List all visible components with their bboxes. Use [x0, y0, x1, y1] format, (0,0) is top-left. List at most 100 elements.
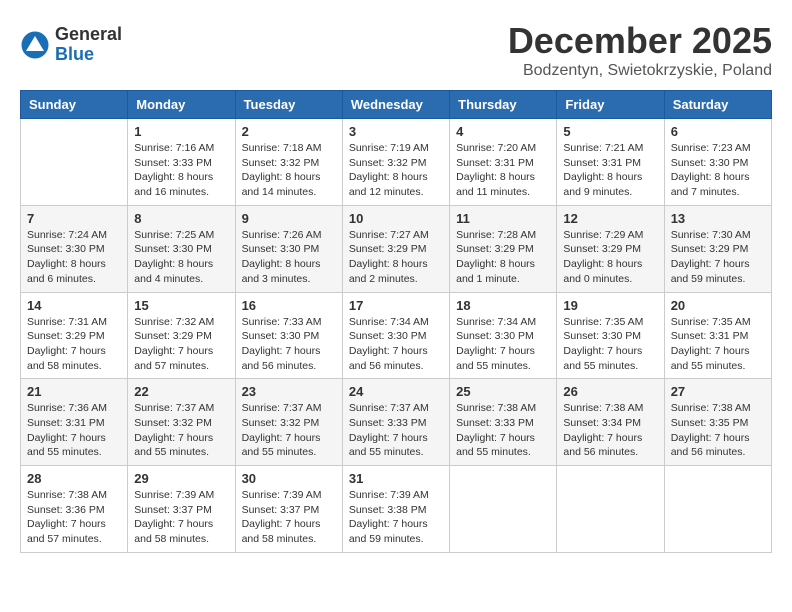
calendar-cell: 21 Sunrise: 7:36 AMSunset: 3:31 PMDayligh…	[21, 379, 128, 466]
calendar-week-row-5: 28 Sunrise: 7:38 AMSunset: 3:36 PMDayligh…	[21, 466, 772, 553]
day-number: 13	[671, 211, 765, 226]
day-number: 12	[563, 211, 657, 226]
day-info: Sunrise: 7:38 AMSunset: 3:36 PMDaylight:…	[27, 488, 121, 547]
day-info: Sunrise: 7:37 AMSunset: 3:32 PMDaylight:…	[242, 401, 336, 460]
calendar-cell: 9 Sunrise: 7:26 AMSunset: 3:30 PMDaylight…	[235, 205, 342, 292]
calendar-cell: 23 Sunrise: 7:37 AMSunset: 3:32 PMDayligh…	[235, 379, 342, 466]
logo-general-text: General	[55, 25, 122, 45]
day-number: 31	[349, 471, 443, 486]
calendar-cell: 18Sunrise: 7:34 AMSunset: 3:30 PMDayligh…	[450, 292, 557, 379]
weekday-header-saturday: Saturday	[664, 91, 771, 119]
title-area: December 2025 Bodzentyn, Swietokrzyskie,…	[508, 20, 772, 80]
location-title: Bodzentyn, Swietokrzyskie, Poland	[508, 62, 772, 80]
calendar-cell: 24 Sunrise: 7:37 AMSunset: 3:33 PMDayligh…	[342, 379, 449, 466]
calendar-cell: 15Sunrise: 7:32 AMSunset: 3:29 PMDayligh…	[128, 292, 235, 379]
day-number: 8	[134, 211, 228, 226]
day-info: Sunrise: 7:30 AMSunset: 3:29 PMDaylight:…	[671, 228, 765, 287]
day-number: 3	[349, 124, 443, 139]
day-info: Sunrise: 7:38 AMSunset: 3:35 PMDaylight:…	[671, 401, 765, 460]
day-info: Sunrise: 7:37 AMSunset: 3:32 PMDaylight:…	[134, 401, 228, 460]
calendar-cell: 31Sunrise: 7:39 AMSunset: 3:38 PMDayligh…	[342, 466, 449, 553]
day-info: Sunrise: 7:37 AMSunset: 3:33 PMDaylight:…	[349, 401, 443, 460]
calendar-cell: 5 Sunrise: 7:21 AMSunset: 3:31 PMDaylight…	[557, 119, 664, 206]
header: General Blue December 2025 Bodzentyn, Sw…	[20, 20, 772, 80]
calendar-cell: 17 Sunrise: 7:34 AMSunset: 3:30 PMDayligh…	[342, 292, 449, 379]
calendar-cell: 26 Sunrise: 7:38 AMSunset: 3:34 PMDayligh…	[557, 379, 664, 466]
day-info: Sunrise: 7:39 AMSunset: 3:37 PMDaylight:…	[134, 488, 228, 547]
calendar-week-row-1: 1 Sunrise: 7:16 AMSunset: 3:33 PMDaylight…	[21, 119, 772, 206]
calendar-cell: 20 Sunrise: 7:35 AMSunset: 3:31 PMDayligh…	[664, 292, 771, 379]
calendar-cell: 4 Sunrise: 7:20 AMSunset: 3:31 PMDaylight…	[450, 119, 557, 206]
logo-text: General Blue	[55, 25, 122, 65]
calendar-cell	[21, 119, 128, 206]
day-info: Sunrise: 7:39 AMSunset: 3:37 PMDaylight:…	[242, 488, 336, 547]
calendar-cell: 7Sunrise: 7:24 AMSunset: 3:30 PMDaylight…	[21, 205, 128, 292]
day-info: Sunrise: 7:29 AMSunset: 3:29 PMDaylight:…	[563, 228, 657, 287]
day-info: Sunrise: 7:36 AMSunset: 3:31 PMDaylight:…	[27, 401, 121, 460]
day-number: 18	[456, 298, 550, 313]
calendar-cell: 22 Sunrise: 7:37 AMSunset: 3:32 PMDayligh…	[128, 379, 235, 466]
day-number: 21	[27, 384, 121, 399]
day-info: Sunrise: 7:38 AMSunset: 3:34 PMDaylight:…	[563, 401, 657, 460]
calendar-cell	[450, 466, 557, 553]
calendar-cell: 29 Sunrise: 7:39 AMSunset: 3:37 PMDayligh…	[128, 466, 235, 553]
calendar-table: SundayMondayTuesdayWednesdayThursdayFrid…	[20, 90, 772, 553]
calendar-cell: 11Sunrise: 7:28 AMSunset: 3:29 PMDayligh…	[450, 205, 557, 292]
calendar-cell: 28 Sunrise: 7:38 AMSunset: 3:36 PMDayligh…	[21, 466, 128, 553]
calendar-cell: 10Sunrise: 7:27 AMSunset: 3:29 PMDayligh…	[342, 205, 449, 292]
logo: General Blue	[20, 25, 122, 65]
day-info: Sunrise: 7:34 AMSunset: 3:30 PMDaylight:…	[349, 315, 443, 374]
day-number: 26	[563, 384, 657, 399]
calendar-cell	[557, 466, 664, 553]
day-info: Sunrise: 7:23 AMSunset: 3:30 PMDaylight:…	[671, 141, 765, 200]
calendar-cell: 13 Sunrise: 7:30 AMSunset: 3:29 PMDayligh…	[664, 205, 771, 292]
day-number: 25	[456, 384, 550, 399]
day-info: Sunrise: 7:24 AMSunset: 3:30 PMDaylight:…	[27, 228, 121, 287]
day-number: 23	[242, 384, 336, 399]
day-number: 29	[134, 471, 228, 486]
calendar-cell: 3 Sunrise: 7:19 AMSunset: 3:32 PMDaylight…	[342, 119, 449, 206]
calendar-cell: 2Sunrise: 7:18 AMSunset: 3:32 PMDaylight…	[235, 119, 342, 206]
weekday-header-sunday: Sunday	[21, 91, 128, 119]
day-info: Sunrise: 7:21 AMSunset: 3:31 PMDaylight:…	[563, 141, 657, 200]
day-number: 24	[349, 384, 443, 399]
day-number: 9	[242, 211, 336, 226]
day-number: 15	[134, 298, 228, 313]
day-info: Sunrise: 7:20 AMSunset: 3:31 PMDaylight:…	[456, 141, 550, 200]
weekday-header-monday: Monday	[128, 91, 235, 119]
day-number: 14	[27, 298, 121, 313]
day-info: Sunrise: 7:38 AMSunset: 3:33 PMDaylight:…	[456, 401, 550, 460]
calendar-cell: 1 Sunrise: 7:16 AMSunset: 3:33 PMDaylight…	[128, 119, 235, 206]
calendar-cell: 8Sunrise: 7:25 AMSunset: 3:30 PMDaylight…	[128, 205, 235, 292]
day-info: Sunrise: 7:18 AMSunset: 3:32 PMDaylight:…	[242, 141, 336, 200]
day-number: 5	[563, 124, 657, 139]
calendar-cell: 25 Sunrise: 7:38 AMSunset: 3:33 PMDayligh…	[450, 379, 557, 466]
weekday-header-thursday: Thursday	[450, 91, 557, 119]
day-number: 1	[134, 124, 228, 139]
day-info: Sunrise: 7:28 AMSunset: 3:29 PMDaylight:…	[456, 228, 550, 287]
day-number: 28	[27, 471, 121, 486]
day-info: Sunrise: 7:26 AMSunset: 3:30 PMDaylight:…	[242, 228, 336, 287]
calendar-cell: 6Sunrise: 7:23 AMSunset: 3:30 PMDaylight…	[664, 119, 771, 206]
day-info: Sunrise: 7:19 AMSunset: 3:32 PMDaylight:…	[349, 141, 443, 200]
day-info: Sunrise: 7:27 AMSunset: 3:29 PMDaylight:…	[349, 228, 443, 287]
weekday-header-tuesday: Tuesday	[235, 91, 342, 119]
calendar-week-row-2: 7Sunrise: 7:24 AMSunset: 3:30 PMDaylight…	[21, 205, 772, 292]
weekday-header-row: SundayMondayTuesdayWednesdayThursdayFrid…	[21, 91, 772, 119]
weekday-header-wednesday: Wednesday	[342, 91, 449, 119]
day-number: 17	[349, 298, 443, 313]
day-info: Sunrise: 7:35 AMSunset: 3:31 PMDaylight:…	[671, 315, 765, 374]
day-number: 4	[456, 124, 550, 139]
day-info: Sunrise: 7:16 AMSunset: 3:33 PMDaylight:…	[134, 141, 228, 200]
day-number: 19	[563, 298, 657, 313]
calendar-cell: 27Sunrise: 7:38 AMSunset: 3:35 PMDayligh…	[664, 379, 771, 466]
calendar-cell: 14Sunrise: 7:31 AMSunset: 3:29 PMDayligh…	[21, 292, 128, 379]
day-number: 22	[134, 384, 228, 399]
calendar-cell: 16Sunrise: 7:33 AMSunset: 3:30 PMDayligh…	[235, 292, 342, 379]
weekday-header-friday: Friday	[557, 91, 664, 119]
logo-icon	[20, 30, 50, 60]
day-number: 20	[671, 298, 765, 313]
calendar-cell	[664, 466, 771, 553]
calendar-cell: 30 Sunrise: 7:39 AMSunset: 3:37 PMDayligh…	[235, 466, 342, 553]
day-number: 30	[242, 471, 336, 486]
